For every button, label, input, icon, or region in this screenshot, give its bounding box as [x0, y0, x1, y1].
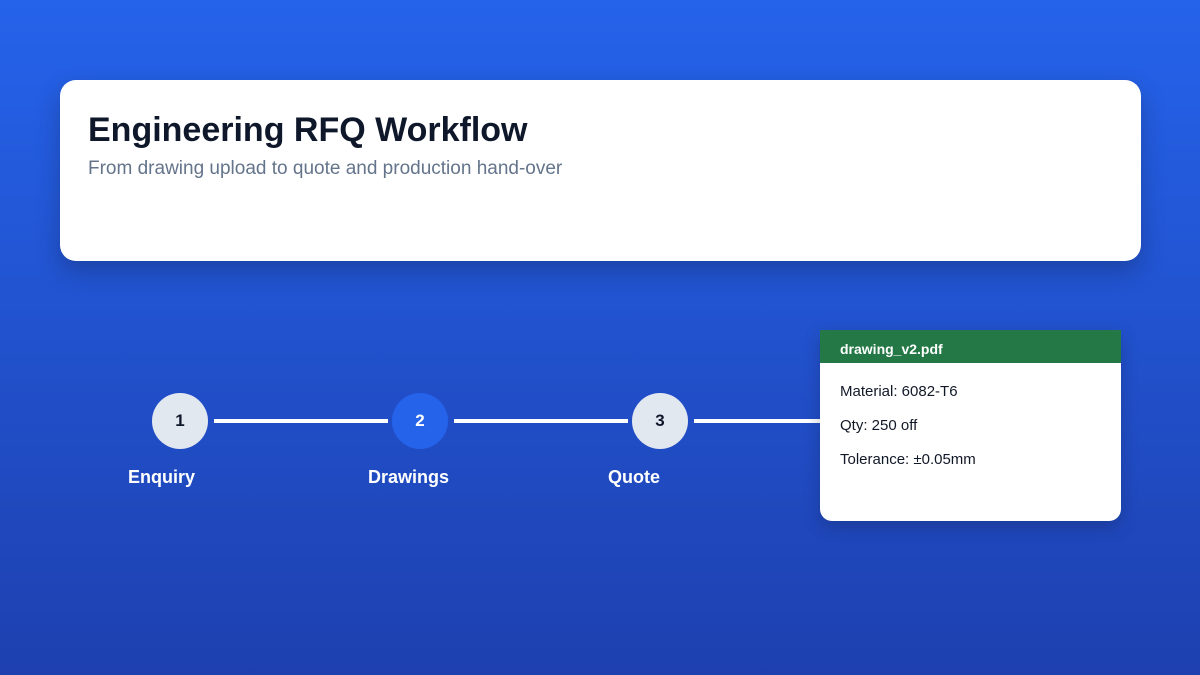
step-quote-label: Quote — [608, 467, 660, 487]
connector-2-3 — [454, 419, 628, 423]
connector-3-file — [694, 419, 820, 423]
step-drawings-label: Drawings — [368, 467, 450, 487]
file-material: Material: 6082-T6 — [840, 383, 958, 400]
step-enquiry-circle[interactable]: 1 — [152, 393, 208, 449]
drawing-file-card[interactable]: drawing_v2.pdf Material: 6082-T6 Qty: 25… — [820, 330, 1121, 521]
step-quote-circle[interactable]: 3 — [632, 393, 688, 449]
step-enquiry-number: 1 — [175, 411, 185, 430]
file-tolerance: Tolerance: ±0.05mm — [840, 451, 976, 468]
connector-1-2 — [214, 419, 388, 423]
page-subtitle: From drawing upload to quote and product… — [88, 158, 563, 179]
file-card-details: Material: 6082-T6 Qty: 250 off Tolerance… — [820, 363, 1121, 477]
step-enquiry-label: Enquiry — [128, 467, 196, 487]
step-quote-number: 3 — [655, 411, 665, 430]
file-quantity: Qty: 250 off — [840, 417, 918, 434]
step-drawings-number: 2 — [415, 411, 425, 430]
header-card: Engineering RFQ Workflow From drawing up… — [60, 80, 1141, 261]
step-drawings-circle[interactable]: 2 — [392, 393, 448, 449]
file-card-filename: drawing_v2.pdf — [820, 330, 1121, 363]
page-title: Engineering RFQ Workflow — [88, 111, 528, 149]
